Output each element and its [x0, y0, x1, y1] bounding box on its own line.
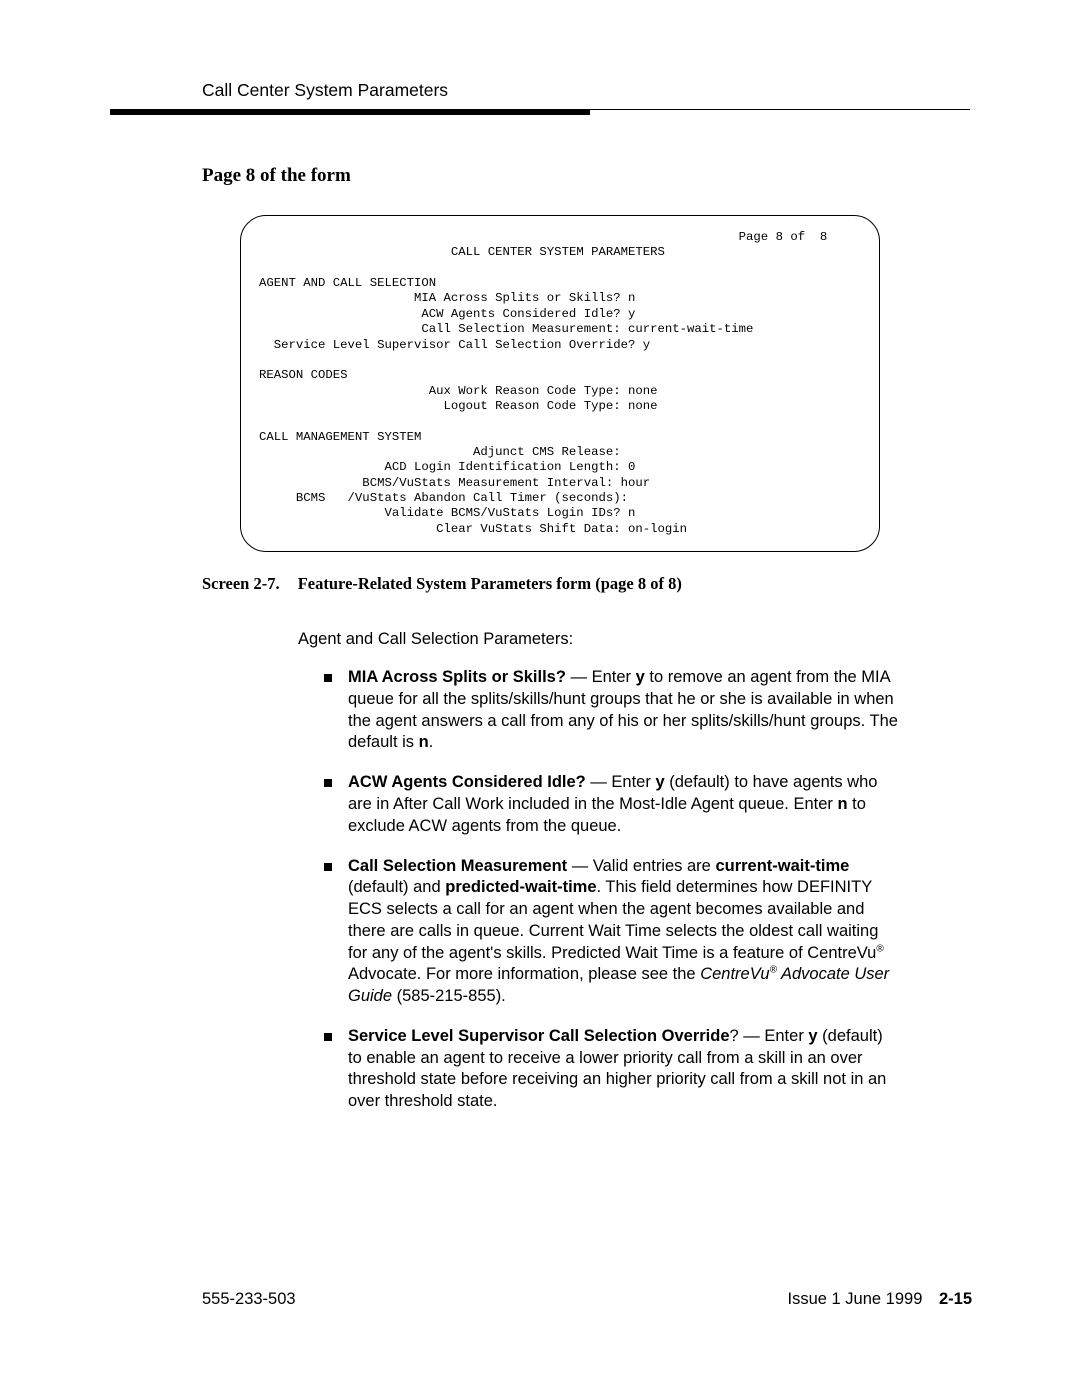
param-value: current-wait-time — [715, 857, 849, 875]
list-item: Service Level Supervisor Call Selection … — [324, 1026, 900, 1113]
terminal-validate-line: Validate BCMS/VuStats Login IDs? n — [259, 506, 635, 520]
terminal-cms-heading: CALL MANAGEMENT SYSTEM — [259, 430, 421, 444]
param-value: y — [808, 1027, 817, 1045]
terminal-logout-line: Logout Reason Code Type: none — [259, 399, 657, 413]
param-name: Service Level Supervisor Call Selection … — [348, 1027, 730, 1045]
terminal-aux-line: Aux Work Reason Code Type: none — [259, 384, 657, 398]
page-container: Call Center System Parameters Page 8 of … — [0, 0, 1080, 1113]
header-rule-thick — [110, 109, 590, 115]
text-segment: — Enter — [566, 668, 636, 686]
body-intro: Agent and Call Selection Parameters: — [298, 630, 970, 649]
param-name: MIA Across Splits or Skills? — [348, 668, 566, 686]
param-value: n — [837, 795, 847, 813]
terminal-content: Page 8 of 8 CALL CENTER SYSTEM PARAMETER… — [240, 215, 880, 552]
terminal-bcmsab-line: BCMS /VuStats Abandon Call Timer (second… — [259, 491, 628, 505]
registered-icon: ® — [876, 943, 883, 954]
terminal-csm-line: Call Selection Measurement: current-wait… — [259, 322, 753, 336]
text-segment: — Enter — [739, 1027, 809, 1045]
param-name: ACW Agents Considered Idle? — [348, 773, 586, 791]
list-item: MIA Across Splits or Skills? — Enter y t… — [324, 667, 900, 754]
page-number: 2-15 — [939, 1290, 972, 1308]
issue-date: Issue 1 June 1999 — [788, 1290, 923, 1308]
running-header: Call Center System Parameters — [202, 80, 970, 101]
text-segment: (585-215-855). — [392, 987, 506, 1005]
caption-label: Screen 2-7. — [202, 574, 280, 593]
figure-caption: Screen 2-7. Feature-Related System Param… — [202, 574, 970, 594]
terminal-reason-heading: REASON CODES — [259, 368, 348, 382]
param-name: Call Selection Measurement — [348, 857, 567, 875]
caption-text: Feature-Related System Parameters form (… — [298, 574, 682, 593]
text-segment: . — [429, 733, 434, 751]
text-segment: Advocate. For more information, please s… — [348, 965, 700, 983]
terminal-agent-heading: AGENT AND CALL SELECTION — [259, 276, 436, 290]
param-value: y — [636, 668, 645, 686]
terminal-mia-line: MIA Across Splits or Skills? n — [259, 291, 635, 305]
text-segment: — Enter — [586, 773, 656, 791]
terminal-adj-line: Adjunct CMS Release: — [259, 445, 621, 459]
list-item: ACW Agents Considered Idle? — Enter y (d… — [324, 772, 900, 837]
param-value: n — [419, 733, 429, 751]
terminal-page-label: Page 8 of 8 — [259, 230, 861, 245]
text-segment: ? — [730, 1027, 739, 1045]
page-footer: 555-233-503 Issue 1 June 1999 2-15 — [110, 1290, 972, 1309]
doc-number: 555-233-503 — [202, 1290, 296, 1309]
footer-right: Issue 1 June 1999 2-15 — [788, 1290, 972, 1309]
terminal-screenshot: Page 8 of 8 CALL CENTER SYSTEM PARAMETER… — [240, 215, 880, 552]
text-segment: — Valid entries are — [567, 857, 715, 875]
param-value: predicted-wait-time — [445, 878, 596, 896]
terminal-clear-line: Clear VuStats Shift Data: on-login — [259, 522, 687, 536]
section-heading: Page 8 of the form — [202, 165, 970, 187]
terminal-title: CALL CENTER SYSTEM PARAMETERS — [259, 245, 861, 260]
terminal-acd-line: ACD Login Identification Length: 0 — [259, 460, 635, 474]
terminal-acw-line: ACW Agents Considered Idle? y — [259, 307, 635, 321]
registered-icon: ® — [770, 965, 777, 976]
parameter-list: MIA Across Splits or Skills? — Enter y t… — [324, 667, 900, 1113]
param-value: y — [655, 773, 664, 791]
terminal-bcmsint-line: BCMS/VuStats Measurement Interval: hour — [259, 476, 650, 490]
terminal-sls-line: Service Level Supervisor Call Selection … — [259, 338, 650, 352]
list-item: Call Selection Measurement — Valid entri… — [324, 856, 900, 1008]
text-segment: (default) and — [348, 878, 445, 896]
